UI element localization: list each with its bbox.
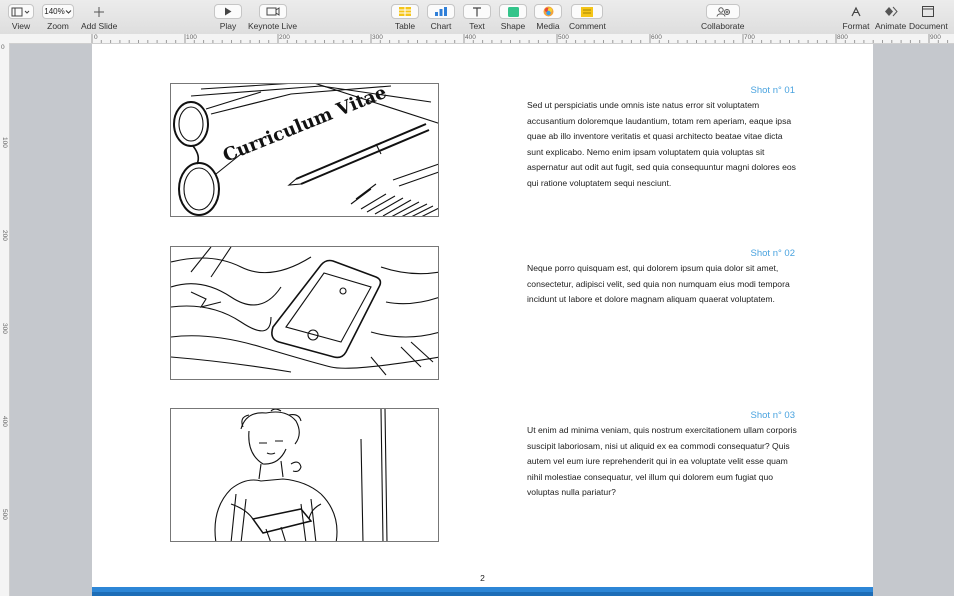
smartphone-sketch <box>171 247 438 376</box>
text-label: Text <box>469 21 485 31</box>
document-label: Document <box>909 21 948 31</box>
format-button[interactable]: Format <box>842 4 870 31</box>
animate-label: Animate <box>875 21 907 31</box>
table-button[interactable]: Table <box>391 4 419 31</box>
table-icon <box>391 4 419 19</box>
format-label: Format <box>842 21 870 31</box>
footer-bar-dark <box>92 592 873 596</box>
ruler-h-label: 300 <box>372 34 383 41</box>
slide-page[interactable]: Curriculum Vitae Shot n° 01 Sed ut persp… <box>92 44 873 596</box>
chevron-down-icon <box>65 9 72 14</box>
zoom-select[interactable]: 140% <box>42 4 74 19</box>
keynote-live-button[interactable]: Keynote Live <box>248 4 297 31</box>
animate-button[interactable]: Animate <box>875 4 906 31</box>
add-slide-button[interactable]: Add Slide <box>81 4 117 31</box>
ruler-h-label: 500 <box>558 34 569 41</box>
chart-label: Chart <box>430 21 452 31</box>
sketch-frame-smartphone[interactable] <box>170 246 439 380</box>
text-button[interactable]: Text <box>463 4 491 31</box>
shot-description: Neque porro quisquam est, qui dolorem ip… <box>527 263 790 305</box>
shot-title: Shot n° 03 <box>750 410 795 421</box>
shot-title: Shot n° 01 <box>750 85 795 96</box>
diamond-icon <box>877 4 905 19</box>
comment-label: Comment <box>569 21 606 31</box>
comment-icon <box>571 4 604 19</box>
toolbar: View 140% Zoom Add Slide Play Keynote Li… <box>0 0 954 35</box>
ruler-h-label: 100 <box>186 34 197 41</box>
sketch-frame-curriculum-vitae[interactable]: Curriculum Vitae <box>170 83 439 217</box>
horizontal-ruler-ticks <box>91 34 949 43</box>
play-label: Play <box>219 21 237 31</box>
ruler-v-label: 400 <box>1 416 8 427</box>
ruler-h-label: 0 <box>94 34 98 41</box>
zoom-label: Zoom <box>47 21 69 31</box>
plus-icon <box>83 4 115 19</box>
table-label: Table <box>394 21 416 31</box>
ruler-h-label: 700 <box>744 34 755 41</box>
text-icon <box>463 4 491 19</box>
ruler-h-label: 400 <box>465 34 476 41</box>
shape-icon <box>499 4 527 19</box>
shot-description: Sed ut perspiciatis unde omnis iste natu… <box>527 100 796 188</box>
sidebar-view-icon <box>8 4 34 19</box>
shape-label: Shape <box>500 21 526 31</box>
curriculum-vitae-sketch: Curriculum Vitae <box>173 84 438 216</box>
media-icon <box>534 4 562 19</box>
shot-description: Ut enim ad minima veniam, quis nostrum e… <box>527 425 797 498</box>
view-label: View <box>11 21 31 31</box>
keynote-live-label: Keynote Live <box>248 21 298 31</box>
ruler-h-label: 600 <box>651 34 662 41</box>
zoom-control[interactable]: 140% Zoom <box>42 4 74 31</box>
ruler-v-label: 200 <box>1 230 8 241</box>
shape-button[interactable]: Shape <box>499 4 527 31</box>
collaborate-icon <box>705 4 740 19</box>
sketch-frame-woman-reading[interactable] <box>170 408 439 542</box>
play-button[interactable]: Play <box>214 4 242 31</box>
page-number: 2 <box>480 573 485 583</box>
woman-reading-sketch <box>214 409 388 541</box>
ruler-h-label: 800 <box>837 34 848 41</box>
comment-button[interactable]: Comment <box>569 4 606 31</box>
ruler-h-label: 900 <box>930 34 941 41</box>
play-icon <box>214 4 242 19</box>
document-icon <box>910 4 946 19</box>
ruler-v-label: 500 <box>1 509 8 520</box>
collaborate-button[interactable]: Collaborate <box>701 4 744 31</box>
media-label: Media <box>536 21 560 31</box>
chart-button[interactable]: Chart <box>427 4 455 31</box>
keynote-live-icon <box>258 4 287 19</box>
chart-icon <box>427 4 455 19</box>
ruler-v-label: 100 <box>1 137 8 148</box>
add-slide-label: Add Slide <box>81 21 118 31</box>
zoom-value: 140% <box>44 7 65 16</box>
media-button[interactable]: Media <box>534 4 562 31</box>
horizontal-ruler: 0 100 200 300 400 500 600 700 800 900 <box>0 34 954 44</box>
ruler-v-label: 0 <box>1 44 5 51</box>
ruler-h-label: 200 <box>279 34 290 41</box>
view-button[interactable]: View <box>8 4 34 31</box>
collaborate-label: Collaborate <box>701 21 745 31</box>
vertical-ruler: 0 100 200 300 400 500 <box>0 43 10 596</box>
document-button[interactable]: Document <box>909 4 948 31</box>
shot-title: Shot n° 02 <box>750 248 795 259</box>
ruler-v-label: 300 <box>1 323 8 334</box>
paintbrush-icon <box>842 4 870 19</box>
